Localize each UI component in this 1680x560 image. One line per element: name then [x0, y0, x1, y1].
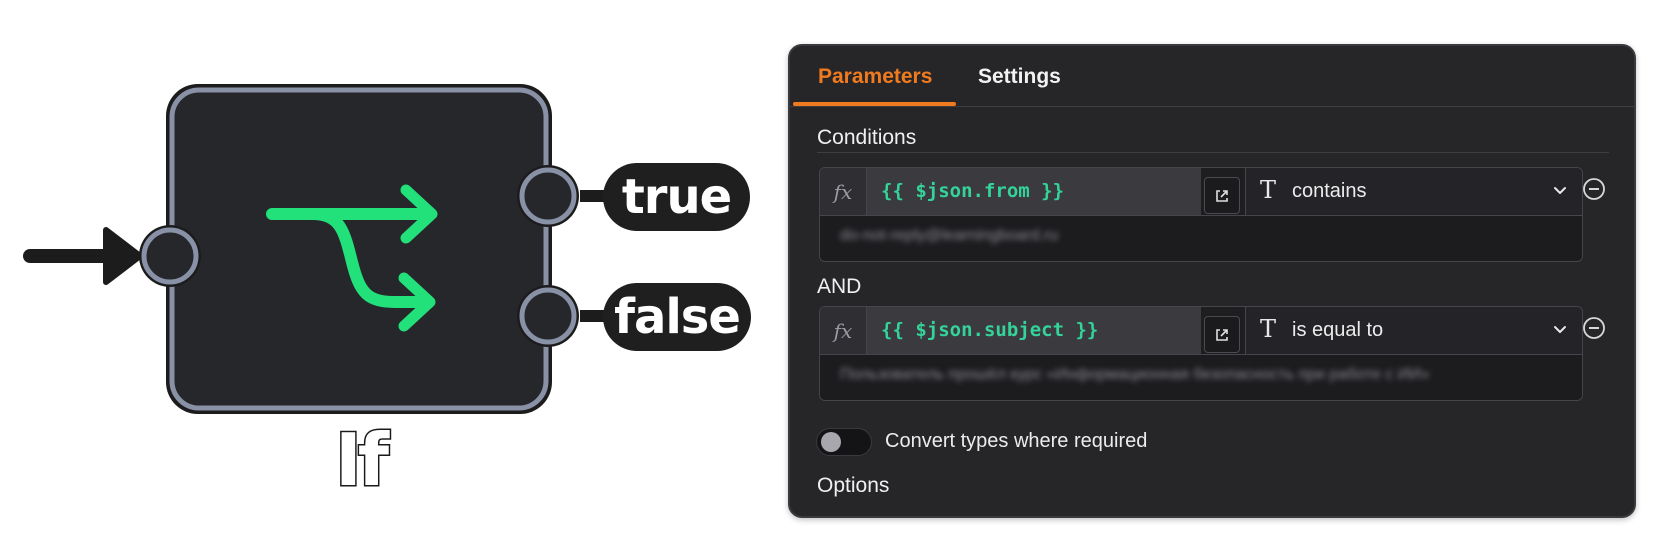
chevron-down-icon — [1554, 326, 1566, 333]
convert-types-toggle[interactable] — [816, 428, 872, 456]
right-value-text: Пользователь прошёл курс «Информационная… — [840, 366, 1430, 383]
chevron-down-icon — [1554, 187, 1566, 194]
operator-label: is equal to — [1292, 319, 1384, 341]
left-value-expression[interactable]: {{ $json.subject }} — [867, 307, 1201, 354]
remove-condition-icon[interactable] — [1582, 316, 1606, 340]
combinator-label[interactable]: AND — [817, 275, 861, 299]
fx-icon: fx — [820, 307, 867, 354]
input-handle — [141, 227, 199, 285]
left-value-expression[interactable]: {{ $json.from }} — [867, 168, 1201, 215]
right-value-field[interactable]: do-not-reply@learningboard.ru — [820, 216, 1582, 261]
operator-label: contains — [1292, 180, 1367, 202]
tab-bar: Parameters Settings — [790, 46, 1634, 107]
toggle-knob — [821, 432, 841, 452]
condition-row: fx {{ $json.from }} T contains do-not-re… — [819, 167, 1583, 262]
divider — [817, 152, 1609, 153]
output-true-label: true — [603, 163, 750, 231]
right-value-text: do-not-reply@learningboard.ru — [840, 227, 1059, 244]
node-name: If — [333, 417, 390, 504]
node-body — [169, 87, 549, 411]
if-node[interactable]: true false If — [0, 0, 780, 560]
active-tab-indicator — [793, 102, 956, 106]
string-type-icon: T — [1260, 315, 1277, 343]
fx-icon: fx — [820, 168, 867, 215]
conditions-heading: Conditions — [817, 126, 917, 149]
condition-row: fx {{ $json.subject }} T is equal to Пол… — [819, 306, 1583, 401]
output-false-label: false — [603, 283, 751, 351]
open-expression-button[interactable] — [1204, 316, 1240, 353]
operator-select[interactable]: T contains — [1245, 168, 1582, 215]
output-true-handle — [519, 167, 577, 225]
tab-settings[interactable]: Settings — [978, 46, 1061, 106]
operator-select[interactable]: T is equal to — [1245, 307, 1582, 354]
external-link-icon — [1216, 189, 1228, 202]
external-link-icon — [1216, 328, 1228, 341]
options-heading[interactable]: Options — [817, 474, 889, 498]
output-false-handle — [519, 287, 577, 345]
tab-parameters[interactable]: Parameters — [818, 46, 932, 106]
remove-condition-icon[interactable] — [1582, 177, 1606, 201]
string-type-icon: T — [1260, 176, 1277, 204]
open-expression-button[interactable] — [1204, 177, 1240, 214]
convert-types-label: Convert types where required — [885, 430, 1148, 452]
input-arrow-icon — [103, 227, 143, 285]
right-value-field[interactable]: Пользователь прошёл курс «Информационная… — [820, 355, 1582, 400]
node-parameters-panel: Parameters Settings Conditions fx {{ $js… — [788, 44, 1636, 518]
